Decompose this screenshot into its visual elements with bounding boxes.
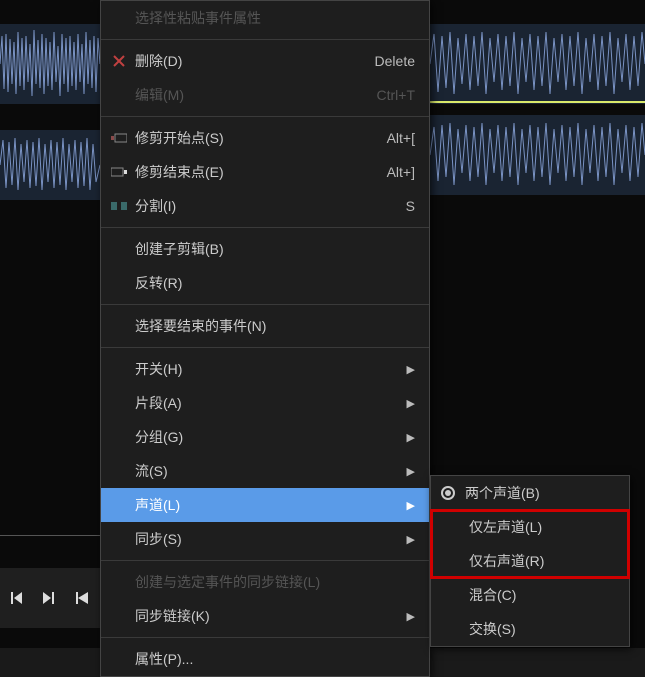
menu-item-group[interactable]: 分组(G) ▶ xyxy=(101,420,429,454)
channel-submenu: 两个声道(B) 仅左声道(L) 仅右声道(R) 混合(C) 交换(S) xyxy=(430,475,630,647)
menu-label: 同步链接(K) xyxy=(131,606,399,626)
menu-separator xyxy=(101,347,429,348)
menu-separator xyxy=(101,637,429,638)
submenu-item-right-only[interactable]: 仅右声道(R) xyxy=(431,544,629,578)
waveform-clip-right-bottom[interactable] xyxy=(430,115,645,195)
skip-end-icon[interactable] xyxy=(41,590,57,606)
menu-label: 反转(R) xyxy=(131,273,415,293)
menu-label: 分组(G) xyxy=(131,427,399,447)
menu-label: 声道(L) xyxy=(131,495,399,515)
menu-item-reverse[interactable]: 反转(R) xyxy=(101,266,429,300)
menu-label: 编辑(M) xyxy=(131,85,377,105)
menu-label: 仅左声道(L) xyxy=(465,517,615,537)
menu-item-stream[interactable]: 流(S) ▶ xyxy=(101,454,429,488)
menu-shortcut: Delete xyxy=(375,53,415,69)
waveform-clip-left-mid[interactable] xyxy=(0,130,100,200)
divider xyxy=(0,535,100,536)
menu-item-sync-link[interactable]: 同步链接(K) ▶ xyxy=(101,599,429,633)
menu-label: 删除(D) xyxy=(131,51,375,71)
menu-label: 同步(S) xyxy=(131,529,399,549)
submenu-item-mix[interactable]: 混合(C) xyxy=(431,578,629,612)
menu-item-delete[interactable]: 删除(D) Delete xyxy=(101,44,429,78)
menu-shortcut: Alt+[ xyxy=(387,130,415,146)
menu-item-channel[interactable]: 声道(L) ▶ xyxy=(101,488,429,522)
submenu-arrow-icon: ▶ xyxy=(407,431,415,444)
menu-item-properties[interactable]: 属性(P)... xyxy=(101,642,429,676)
menu-label: 分割(I) xyxy=(131,196,406,216)
delete-icon xyxy=(107,54,131,68)
menu-item-split[interactable]: 分割(I) S xyxy=(101,189,429,223)
submenu-arrow-icon: ▶ xyxy=(407,533,415,546)
menu-item-trim-end[interactable]: 修剪结束点(E) Alt+] xyxy=(101,155,429,189)
menu-item-trim-start[interactable]: 修剪开始点(S) Alt+[ xyxy=(101,121,429,155)
menu-item-subclip[interactable]: 创建子剪辑(B) xyxy=(101,232,429,266)
menu-label: 创建与选定事件的同步链接(L) xyxy=(131,572,415,592)
menu-label: 修剪开始点(S) xyxy=(131,128,387,148)
menu-item-switch[interactable]: 开关(H) ▶ xyxy=(101,352,429,386)
menu-item-take[interactable]: 片段(A) ▶ xyxy=(101,386,429,420)
menu-item-edit: 编辑(M) Ctrl+T xyxy=(101,78,429,112)
menu-label: 仅右声道(R) xyxy=(465,551,615,571)
waveform-clip-left-top[interactable] xyxy=(0,24,100,104)
menu-separator xyxy=(101,227,429,228)
submenu-item-swap[interactable]: 交换(S) xyxy=(431,612,629,646)
menu-separator xyxy=(101,116,429,117)
menu-separator xyxy=(101,304,429,305)
menu-separator xyxy=(101,560,429,561)
transport-bar xyxy=(0,568,100,628)
menu-label: 开关(H) xyxy=(131,359,399,379)
menu-shortcut: S xyxy=(406,198,415,214)
menu-label: 两个声道(B) xyxy=(461,483,615,503)
submenu-arrow-icon: ▶ xyxy=(407,610,415,623)
menu-label: 创建子剪辑(B) xyxy=(131,239,415,259)
menu-label: 片段(A) xyxy=(131,393,399,413)
menu-shortcut: Alt+] xyxy=(387,164,415,180)
waveform-clip-right-top[interactable] xyxy=(430,24,645,104)
trim-end-icon xyxy=(107,166,131,178)
menu-separator xyxy=(101,39,429,40)
menu-item-sync-link-create: 创建与选定事件的同步链接(L) xyxy=(101,565,429,599)
menu-label: 选择性粘贴事件属性 xyxy=(131,8,415,28)
menu-item-select-to-end[interactable]: 选择要结束的事件(N) xyxy=(101,309,429,343)
submenu-item-both-channels[interactable]: 两个声道(B) xyxy=(431,476,629,510)
submenu-arrow-icon: ▶ xyxy=(407,397,415,410)
menu-label: 混合(C) xyxy=(465,585,615,605)
submenu-arrow-icon: ▶ xyxy=(407,499,415,512)
menu-shortcut: Ctrl+T xyxy=(377,87,416,103)
menu-item-paste-special: 选择性粘贴事件属性 xyxy=(101,1,429,35)
skip-start-icon[interactable] xyxy=(8,590,24,606)
split-icon xyxy=(107,200,131,212)
radio-checked-icon xyxy=(441,486,455,500)
menu-label: 属性(P)... xyxy=(131,649,415,669)
submenu-item-left-only[interactable]: 仅左声道(L) xyxy=(431,510,629,544)
submenu-arrow-icon: ▶ xyxy=(407,363,415,376)
menu-label: 交换(S) xyxy=(465,619,615,639)
menu-label: 流(S) xyxy=(131,461,399,481)
menu-item-sync[interactable]: 同步(S) ▶ xyxy=(101,522,429,556)
menu-label: 修剪结束点(E) xyxy=(131,162,387,182)
context-menu: 选择性粘贴事件属性 删除(D) Delete 编辑(M) Ctrl+T 修剪开始… xyxy=(100,0,430,677)
play-reverse-icon[interactable] xyxy=(74,590,92,606)
trim-start-icon xyxy=(107,132,131,144)
menu-label: 选择要结束的事件(N) xyxy=(131,316,415,336)
submenu-arrow-icon: ▶ xyxy=(407,465,415,478)
